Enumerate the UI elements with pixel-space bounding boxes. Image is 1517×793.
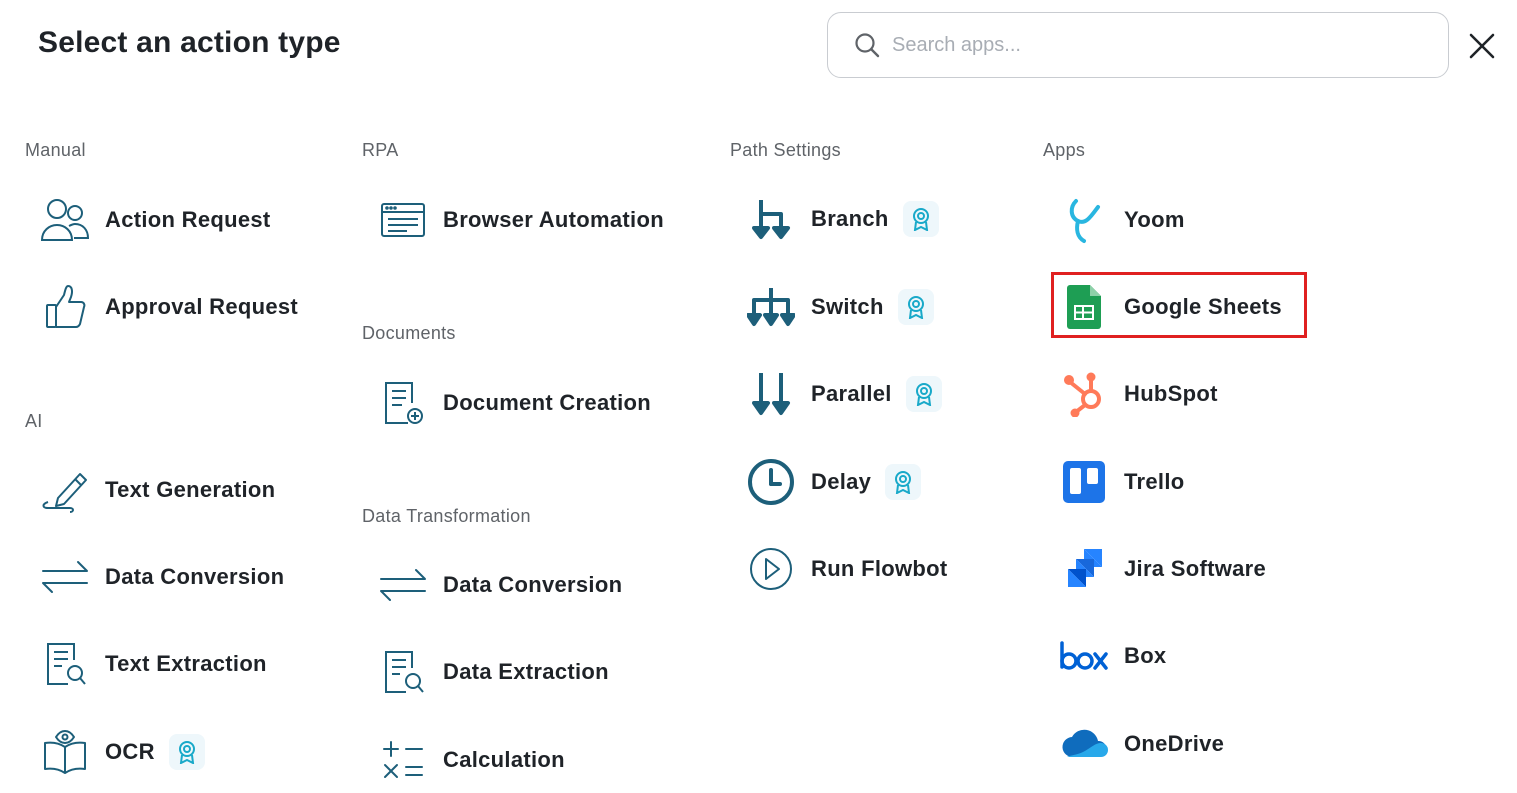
premium-badge xyxy=(902,201,939,237)
app-item-onedrive[interactable]: OneDrive xyxy=(1056,714,1224,774)
premium-badge xyxy=(168,734,205,770)
section-title-path-settings: Path Settings xyxy=(730,140,841,160)
action-item-run-flowbot[interactable]: Run Flowbot xyxy=(743,539,947,599)
item-label: Delay xyxy=(811,469,872,494)
play-circle-icon xyxy=(743,541,799,597)
calculator-operators-icon xyxy=(375,732,431,788)
item-label: Jira Software xyxy=(1124,556,1267,581)
pen-writing-icon xyxy=(37,462,93,518)
item-label: Browser Automation xyxy=(443,207,664,232)
document-search-icon xyxy=(375,644,431,700)
thumbs-up-icon xyxy=(37,279,93,335)
action-item-data-extraction[interactable]: Data Extraction xyxy=(375,642,609,702)
item-label: Document Creation xyxy=(443,390,652,415)
item-label: Data Conversion xyxy=(105,564,285,589)
users-icon xyxy=(37,192,93,248)
onedrive-cloud-icon xyxy=(1056,716,1112,772)
section-title-rpa: RPA xyxy=(362,140,399,160)
action-item-ocr[interactable]: OCR xyxy=(37,722,205,782)
item-label: OCR xyxy=(105,739,155,764)
page-title: Select an action type xyxy=(38,26,341,59)
item-label: Approval Request xyxy=(105,294,299,319)
search-box[interactable] xyxy=(827,12,1449,78)
item-label: Branch xyxy=(811,206,889,231)
premium-badge xyxy=(905,376,942,412)
item-label: OneDrive xyxy=(1124,731,1225,756)
item-label: Yoom xyxy=(1124,207,1185,232)
action-item-action-request[interactable]: Action Request xyxy=(37,190,271,250)
branch-icon xyxy=(743,191,799,247)
item-label: Parallel xyxy=(811,381,892,406)
award-badge-icon xyxy=(178,741,195,764)
item-label: Action Request xyxy=(105,207,271,232)
premium-badge xyxy=(885,464,922,500)
search-input[interactable] xyxy=(890,32,1414,58)
item-label: Box xyxy=(1124,643,1167,668)
app-item-hubspot[interactable]: HubSpot xyxy=(1056,364,1218,424)
action-item-data-conversion-ai[interactable]: Data Conversion xyxy=(37,547,284,607)
close-icon[interactable] xyxy=(1466,30,1498,62)
item-label: Switch xyxy=(811,294,884,319)
document-add-icon xyxy=(375,375,431,431)
item-label: Text Extraction xyxy=(105,651,267,676)
premium-badge xyxy=(897,289,934,325)
book-eye-icon xyxy=(37,724,93,780)
action-item-approval-request[interactable]: Approval Request xyxy=(37,277,298,337)
trello-logo-icon xyxy=(1056,454,1112,510)
clock-icon xyxy=(743,454,799,510)
yoom-logo-icon xyxy=(1056,192,1112,248)
item-label: Calculation xyxy=(443,747,565,772)
swap-arrows-icon xyxy=(375,557,431,613)
selection-highlight-box xyxy=(1051,272,1307,338)
item-label: Data Extraction xyxy=(443,659,609,684)
section-title-apps: Apps xyxy=(1043,140,1086,160)
document-search-icon xyxy=(37,636,93,692)
action-item-calculation[interactable]: Calculation xyxy=(375,730,565,790)
jira-logo-icon xyxy=(1056,541,1112,597)
action-item-text-generation[interactable]: Text Generation xyxy=(37,460,275,520)
award-badge-icon xyxy=(907,296,924,319)
parallel-arrows-icon xyxy=(743,366,799,422)
award-badge-icon xyxy=(915,383,932,406)
action-item-browser-automation[interactable]: Browser Automation xyxy=(375,190,664,250)
action-item-parallel[interactable]: Parallel xyxy=(743,364,942,424)
action-item-delay[interactable]: Delay xyxy=(743,452,922,512)
item-label: Run Flowbot xyxy=(811,556,948,581)
section-title-data-transformation: Data Transformation xyxy=(362,506,531,526)
app-item-trello[interactable]: Trello xyxy=(1056,452,1185,512)
action-item-branch[interactable]: Branch xyxy=(743,189,939,249)
section-title-ai: AI xyxy=(25,411,43,431)
item-label: Data Conversion xyxy=(443,572,623,597)
item-label: Trello xyxy=(1124,469,1185,494)
action-item-data-conversion[interactable]: Data Conversion xyxy=(375,555,622,615)
section-title-manual: Manual xyxy=(25,140,86,160)
item-label: Text Generation xyxy=(105,477,276,502)
box-logo-icon xyxy=(1056,628,1112,684)
hubspot-logo-icon xyxy=(1056,366,1112,422)
action-item-text-extraction[interactable]: Text Extraction xyxy=(37,634,267,694)
swap-arrows-icon xyxy=(37,549,93,605)
browser-window-icon xyxy=(375,192,431,248)
action-item-switch[interactable]: Switch xyxy=(743,277,934,337)
app-item-yoom[interactable]: Yoom xyxy=(1056,190,1185,250)
search-icon xyxy=(855,33,880,58)
app-item-box[interactable]: Box xyxy=(1056,626,1166,686)
award-badge-icon xyxy=(912,208,929,231)
app-item-jira-software[interactable]: Jira Software xyxy=(1056,539,1266,599)
action-item-document-creation[interactable]: Document Creation xyxy=(375,373,651,433)
item-label: HubSpot xyxy=(1124,381,1218,406)
switch-icon xyxy=(743,279,799,335)
section-title-documents: Documents xyxy=(362,323,456,343)
award-badge-icon xyxy=(895,471,912,494)
